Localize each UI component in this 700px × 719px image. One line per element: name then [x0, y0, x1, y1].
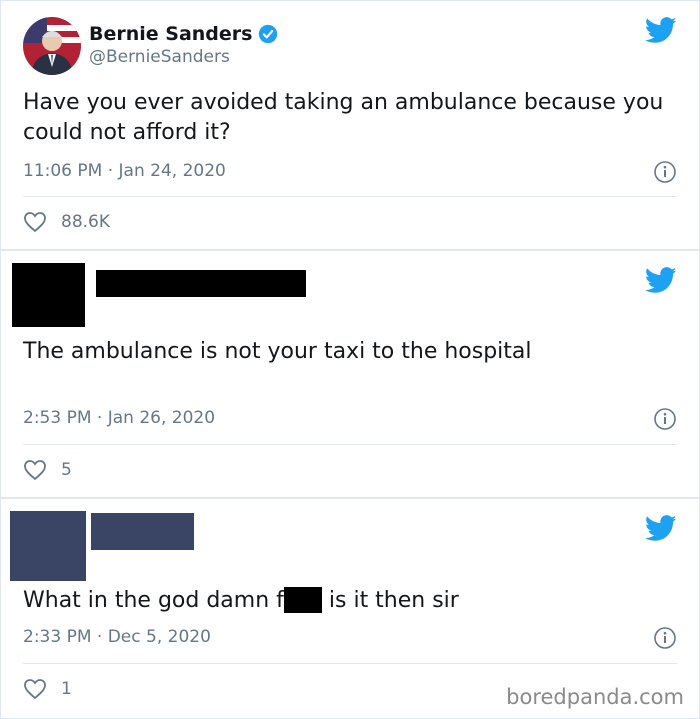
tweet-timestamp[interactable]: 2:33 PM · Dec 5, 2020 [23, 627, 211, 647]
like-button[interactable]: 88.6K [23, 211, 110, 233]
twitter-bird-icon[interactable] [645, 515, 677, 542]
like-count: 88.6K [61, 212, 110, 232]
divider [23, 663, 677, 664]
like-count: 5 [61, 460, 72, 480]
tweet-card-1: Bernie Sanders @BernieSanders Have you e… [0, 0, 700, 250]
like-button[interactable]: 5 [23, 459, 72, 481]
divider [23, 444, 677, 445]
twitter-bird-icon[interactable] [645, 17, 677, 44]
avatar-image [23, 17, 81, 75]
avatar[interactable] [23, 17, 81, 75]
tweet-text: What in the god damn f is it then sir [23, 586, 683, 616]
tweet-timestamp[interactable]: 2:53 PM · Jan 26, 2020 [23, 408, 215, 428]
redacted-author-name [91, 513, 194, 550]
tweet-card-2: The ambulance is not your taxi to the ho… [0, 250, 700, 498]
redacted-author-name [96, 270, 306, 297]
tweet-text-part-2: is it then sir [321, 588, 459, 613]
tweet-text: The ambulance is not your taxi to the ho… [23, 339, 532, 364]
watermark: boredpanda.com [506, 685, 684, 709]
author-name[interactable]: Bernie Sanders [89, 23, 278, 45]
redacted-avatar [10, 511, 86, 581]
info-icon[interactable] [653, 160, 677, 184]
redacted-avatar [12, 263, 85, 327]
author-handle[interactable]: @BernieSanders [89, 47, 230, 67]
like-button[interactable]: 1 [23, 678, 72, 700]
info-icon[interactable] [653, 407, 677, 431]
info-icon[interactable] [653, 626, 677, 650]
verified-badge-icon [259, 24, 278, 44]
tweet-text-part-1: What in the god damn f [23, 588, 284, 613]
heart-icon [24, 212, 46, 233]
tweet-timestamp[interactable]: 11:06 PM · Jan 24, 2020 [23, 161, 226, 181]
heart-icon [24, 460, 46, 481]
divider [23, 196, 677, 197]
like-count: 1 [61, 679, 72, 699]
author-name-text[interactable]: Bernie Sanders [89, 23, 252, 45]
heart-icon [24, 679, 46, 700]
redacted-word [283, 587, 322, 613]
twitter-bird-icon[interactable] [645, 267, 677, 294]
tweet-text: Have you ever avoided taking an ambulanc… [23, 90, 664, 145]
